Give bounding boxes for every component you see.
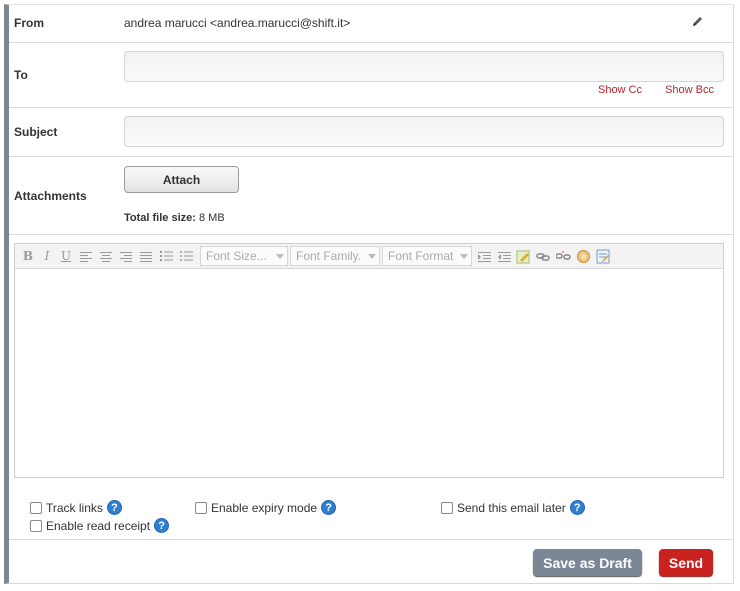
outdent-icon[interactable] <box>496 248 512 264</box>
save-draft-button[interactable]: Save as Draft <box>533 549 642 576</box>
highlight-icon[interactable] <box>515 248 531 264</box>
compose-form: From andrea marucci <andrea.marucci@shif… <box>4 4 734 584</box>
cc-bcc-links: Show Cc Show Bcc <box>578 84 714 96</box>
font-size-select[interactable]: Font Size... <box>200 246 288 266</box>
attach-button[interactable]: Attach <box>124 166 239 193</box>
send-later-option[interactable]: Send this email later ? <box>441 500 585 515</box>
source-code-icon[interactable] <box>595 248 611 264</box>
font-size-value: Font Size... <box>206 249 267 263</box>
show-cc-link[interactable]: Show Cc <box>598 84 642 96</box>
underline-button[interactable]: U <box>58 248 74 264</box>
pencil-icon[interactable] <box>691 14 705 28</box>
link-icon[interactable] <box>535 248 551 264</box>
to-label: To <box>14 68 28 82</box>
track-links-option[interactable]: Track links ? <box>30 500 122 515</box>
to-input[interactable] <box>124 51 724 82</box>
rich-text-editor: B I U Font Size... Font Family. Font For… <box>14 243 724 478</box>
help-icon[interactable]: ? <box>569 500 585 515</box>
read-receipt-option[interactable]: Enable read receipt ? <box>30 518 170 533</box>
read-receipt-label: Enable read receipt <box>46 518 151 533</box>
bold-button[interactable]: B <box>20 248 36 264</box>
font-format-select[interactable]: Font Format <box>382 246 472 266</box>
bullet-list-icon[interactable] <box>178 248 194 264</box>
send-button[interactable]: Send <box>659 549 713 576</box>
track-links-label: Track links <box>46 500 103 515</box>
expiry-checkbox[interactable] <box>195 501 207 514</box>
to-row: To Show Cc Show Bcc <box>9 43 733 108</box>
align-left-icon[interactable] <box>78 248 94 264</box>
subject-label: Subject <box>14 125 58 139</box>
editor-toolbar: B I U Font Size... Font Family. Font For… <box>15 244 723 269</box>
subject-input[interactable] <box>124 116 724 147</box>
help-icon[interactable]: ? <box>154 518 170 533</box>
attachments-row: Attachments Attach Total file size: 8 MB <box>9 157 733 235</box>
align-right-icon[interactable] <box>118 248 134 264</box>
attachments-label: Attachments <box>14 189 87 203</box>
from-value: andrea marucci <andrea.marucci@shift.it> <box>124 16 351 30</box>
align-center-icon[interactable] <box>98 248 114 264</box>
file-size-value: 8 MB <box>198 212 225 224</box>
indent-icon[interactable] <box>476 248 492 264</box>
from-row: From andrea marucci <andrea.marucci@shif… <box>9 5 733 43</box>
expiry-option[interactable]: Enable expiry mode ? <box>195 500 337 515</box>
file-size-label: Total file size: <box>124 212 196 224</box>
italic-button[interactable]: I <box>39 248 55 264</box>
justify-icon[interactable] <box>138 248 154 264</box>
numbered-list-icon[interactable] <box>158 248 174 264</box>
track-links-checkbox[interactable] <box>30 501 42 514</box>
font-family-value: Font Family. <box>296 249 362 263</box>
help-icon[interactable]: ? <box>321 500 337 515</box>
editor-body[interactable] <box>15 269 723 477</box>
show-bcc-link[interactable]: Show Bcc <box>665 84 714 96</box>
read-receipt-checkbox[interactable] <box>30 519 42 532</box>
subject-row: Subject <box>9 108 733 157</box>
send-options: Track links ? Enable expiry mode ? Send … <box>9 488 733 540</box>
image-icon[interactable] <box>575 248 591 264</box>
help-icon[interactable]: ? <box>106 500 122 515</box>
send-later-label: Send this email later <box>457 500 566 515</box>
total-file-size: Total file size: 8 MB <box>124 212 225 224</box>
font-format-value: Font Format <box>388 249 454 263</box>
unlink-icon[interactable] <box>555 248 571 264</box>
send-later-checkbox[interactable] <box>441 501 453 514</box>
from-label: From <box>14 16 44 30</box>
font-family-select[interactable]: Font Family. <box>290 246 380 266</box>
expiry-label: Enable expiry mode <box>211 500 318 515</box>
